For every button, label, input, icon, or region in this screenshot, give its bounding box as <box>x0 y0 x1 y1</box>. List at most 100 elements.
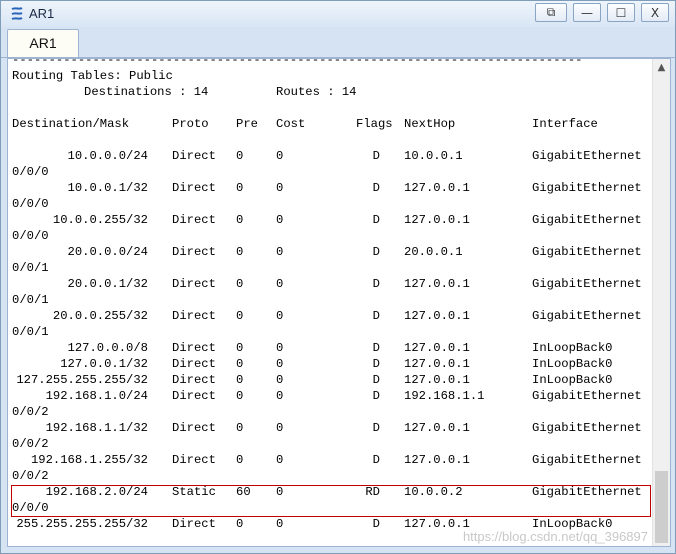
tab-ar1[interactable]: AR1 <box>7 29 79 57</box>
separator-line: ----------------------------------------… <box>12 58 583 67</box>
cell-flags: D <box>372 149 380 163</box>
cell-proto: Direct <box>172 149 216 163</box>
maximize-button[interactable]: ☐ <box>607 3 635 22</box>
cell-pre: 0 <box>236 341 244 355</box>
cell-interface: InLoopBack0 <box>532 357 613 371</box>
interface-continuation: 0/0/2 <box>12 405 49 419</box>
cell-proto: Direct <box>172 357 216 371</box>
column-header: Pre <box>236 117 258 131</box>
interface-continuation: 0/0/1 <box>12 293 49 307</box>
cell-flags: D <box>372 373 380 387</box>
cell-destination: 20.0.0.255/32 <box>52 309 148 323</box>
cell-pre: 0 <box>236 181 244 195</box>
interface-continuation: 0/0/2 <box>12 437 49 451</box>
cell-destination: 192.168.1.0/24 <box>45 389 148 403</box>
scrollbar-thumb[interactable] <box>655 471 668 543</box>
interface-continuation: 0/0/0 <box>12 165 49 179</box>
cell-nexthop: 127.0.0.1 <box>404 357 470 371</box>
cell-interface: GigabitEthernet <box>532 453 642 467</box>
cell-flags: D <box>372 517 380 531</box>
column-header: Flags <box>356 117 393 131</box>
cell-flags: D <box>372 245 380 259</box>
cell-destination: 192.168.1.1/32 <box>45 421 148 435</box>
cell-proto: Direct <box>172 341 216 355</box>
cell-cost: 0 <box>276 245 284 259</box>
interface-continuation: 0/0/2 <box>12 469 49 483</box>
cell-destination: 127.0.0.0/8 <box>67 341 148 355</box>
cell-cost: 0 <box>276 373 284 387</box>
scroll-up-icon[interactable]: ▲ <box>653 59 670 76</box>
cell-pre: 0 <box>236 389 244 403</box>
column-header: NextHop <box>404 117 456 131</box>
cell-interface: GigabitEthernet <box>532 245 642 259</box>
cell-cost: 0 <box>276 341 284 355</box>
cell-proto: Direct <box>172 213 216 227</box>
cell-flags: D <box>372 213 380 227</box>
column-header: Cost <box>276 117 306 131</box>
cell-nexthop: 20.0.0.1 <box>404 245 463 259</box>
minimize-button[interactable]: — <box>573 3 601 22</box>
cell-pre: 0 <box>236 213 244 227</box>
title-bar[interactable]: AR1 ⧉ — ☐ X <box>1 1 675 27</box>
cell-cost: 0 <box>276 389 284 403</box>
window-title: AR1 <box>29 6 55 21</box>
cell-nexthop: 127.0.0.1 <box>404 373 470 387</box>
column-header: Proto <box>172 117 209 131</box>
cell-flags: D <box>372 277 380 291</box>
cell-flags: D <box>372 181 380 195</box>
cell-destination: 192.168.1.255/32 <box>30 453 148 467</box>
cell-destination: 10.0.0.255/32 <box>52 213 148 227</box>
cell-proto: Direct <box>172 453 216 467</box>
close-button[interactable]: X <box>641 3 669 22</box>
vertical-scrollbar[interactable]: ▲ <box>652 59 670 546</box>
cell-pre: 0 <box>236 517 244 531</box>
cell-proto: Direct <box>172 373 216 387</box>
restore-icon: ⧉ <box>546 5 556 19</box>
destinations-count: Destinations : 14 <box>84 85 209 99</box>
cell-interface: GigabitEthernet <box>532 213 642 227</box>
router-console-window: AR1 ⧉ — ☐ X AR1 ------------------------… <box>0 0 676 554</box>
cell-nexthop: 127.0.0.1 <box>404 421 470 435</box>
cell-pre: 0 <box>236 453 244 467</box>
cell-destination: 10.0.0.1/32 <box>67 181 148 195</box>
cell-proto: Direct <box>172 517 216 531</box>
cell-destination: 255.255.255.255/32 <box>16 517 148 531</box>
console-text: ----------------------------------------… <box>12 59 642 531</box>
cell-destination: 10.0.0.0/24 <box>67 149 148 163</box>
cell-interface: GigabitEthernet <box>532 309 642 323</box>
cell-interface: GigabitEthernet <box>532 181 642 195</box>
cell-interface: InLoopBack0 <box>532 373 613 387</box>
watermark: https://blog.csdn.net/qq_396897 <box>462 529 648 544</box>
cell-proto: Direct <box>172 181 216 195</box>
tab-strip: AR1 <box>1 27 675 58</box>
cell-proto: Direct <box>172 389 216 403</box>
column-header: Destination/Mask <box>12 117 130 131</box>
cell-interface: InLoopBack0 <box>532 341 613 355</box>
console-output[interactable]: ----------------------------------------… <box>7 58 671 547</box>
cell-destination: 20.0.0.0/24 <box>67 245 148 259</box>
close-icon: X <box>650 5 660 20</box>
restore-button[interactable]: ⧉ <box>535 3 567 22</box>
interface-continuation: 0/0/0 <box>12 197 49 211</box>
routes-count: Routes : 14 <box>276 85 357 99</box>
interface-continuation: 0/0/0 <box>12 229 49 243</box>
cell-cost: 0 <box>276 181 284 195</box>
window-controls: ⧉ — ☐ X <box>535 3 669 23</box>
router-app-icon <box>11 7 23 20</box>
cell-flags: D <box>372 389 380 403</box>
cell-nexthop: 127.0.0.1 <box>404 341 470 355</box>
cell-pre: 0 <box>236 421 244 435</box>
cell-nexthop: 127.0.0.1 <box>404 309 470 323</box>
cell-destination: 127.255.255.255/32 <box>16 373 148 387</box>
cell-flags: D <box>372 453 380 467</box>
cell-flags: D <box>372 341 380 355</box>
cell-cost: 0 <box>276 309 284 323</box>
cell-proto: Direct <box>172 309 216 323</box>
cell-cost: 0 <box>276 453 284 467</box>
cell-pre: 0 <box>236 309 244 323</box>
cell-pre: 0 <box>236 357 244 371</box>
table-header: Destination/Mask Proto Pre Cost Flags Ne… <box>12 116 598 132</box>
interface-continuation: 0/0/1 <box>12 325 49 339</box>
cell-nexthop: 192.168.1.1 <box>404 389 485 403</box>
cell-nexthop: 127.0.0.1 <box>404 181 470 195</box>
